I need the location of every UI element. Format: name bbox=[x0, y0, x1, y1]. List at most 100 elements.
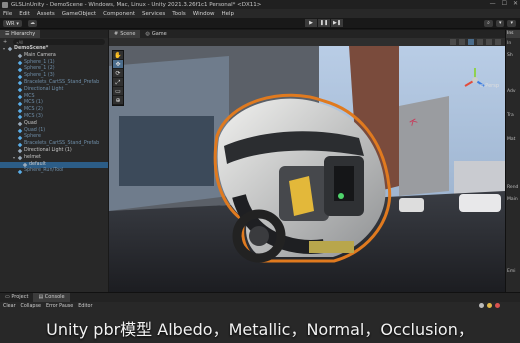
tab-hierarchy[interactable]: ☰ Hierarchy bbox=[0, 30, 41, 38]
main-toolbar: WR ▾ ☁ ▶ ❚❚ ▶❚ ⌕ ▾ ▾ bbox=[0, 18, 520, 29]
menu-assets[interactable]: Assets bbox=[37, 11, 55, 17]
hierarchy-item[interactable]: MCS bbox=[0, 94, 108, 101]
inspector-line: Mat bbox=[507, 137, 516, 142]
hierarchy-item[interactable]: ▾ DemoScene* bbox=[0, 46, 108, 53]
layout-dropdown[interactable]: ▾ bbox=[507, 20, 516, 27]
pause-button[interactable]: ❚❚ bbox=[318, 19, 330, 27]
tab-inspector[interactable]: Ins bbox=[506, 30, 520, 38]
gameobject-icon bbox=[17, 101, 23, 107]
scene-view-toolbar bbox=[109, 38, 505, 46]
transform-toolstrip: ✋ ✥ ⟳ ⤢ ▭ ⊕ bbox=[112, 50, 124, 106]
scene-viewport[interactable]: K ✋ ✥ ⟳ ⤢ ▭ ⊕ ≡ Persp bbox=[109, 46, 505, 292]
hierarchy-item[interactable]: Bracelets_CartSS_Stand_Prefab bbox=[0, 141, 108, 148]
hierarchy-item[interactable]: MCS (2) bbox=[0, 107, 108, 114]
maximize-button[interactable]: ☐ bbox=[502, 0, 507, 7]
inspector-line bbox=[506, 242, 520, 254]
hierarchy-item-label: Directional Light (1) bbox=[24, 147, 72, 153]
hierarchy-item[interactable]: Quad (1) bbox=[0, 128, 108, 135]
gameobject-icon bbox=[17, 128, 23, 134]
inspector-line bbox=[506, 158, 520, 170]
editor-dropdown[interactable]: Editor bbox=[78, 304, 92, 309]
clear-button[interactable]: Clear bbox=[3, 304, 16, 309]
unity-logo-icon bbox=[2, 1, 8, 8]
parked-car bbox=[459, 194, 501, 212]
inspector-line bbox=[506, 230, 520, 242]
inspector-panel: Ins InShAdvTraMatRendMainEmiTilinOffs bbox=[505, 30, 520, 310]
inspector-line bbox=[506, 74, 520, 86]
step-button[interactable]: ▶❚ bbox=[331, 19, 343, 27]
layers-dropdown[interactable]: ▾ bbox=[495, 20, 505, 27]
hierarchy-panel: ☰ Hierarchy + ⌕ All ▾ DemoScene* Main Came… bbox=[0, 30, 108, 292]
gameobject-icon bbox=[17, 142, 23, 147]
account-label: WR bbox=[6, 20, 15, 27]
window-controls: — ☐ ✕ bbox=[490, 0, 518, 7]
menu-services[interactable]: Services bbox=[142, 11, 165, 17]
rotate-tool-icon[interactable]: ⟳ bbox=[113, 69, 123, 78]
tab-console[interactable]: ▤ Console bbox=[33, 293, 70, 302]
effects-toggle[interactable] bbox=[486, 39, 492, 45]
hierarchy-item-label: MCS (2) bbox=[24, 107, 43, 113]
hierarchy-item-label: Bracelets_CartSS_Stand_Prefab bbox=[24, 79, 100, 85]
move-tool-icon[interactable]: ✥ bbox=[113, 60, 123, 69]
inspector-line bbox=[506, 218, 520, 230]
tab-scene-label: Scene bbox=[120, 31, 136, 37]
gameobject-icon bbox=[17, 67, 23, 73]
hierarchy-item[interactable]: Quad bbox=[0, 121, 108, 128]
hierarchy-item[interactable]: ▾ helmet bbox=[0, 155, 108, 162]
gameobject-icon bbox=[17, 53, 23, 59]
add-object-button[interactable]: + bbox=[3, 39, 7, 45]
menu-help[interactable]: Help bbox=[221, 11, 234, 17]
menu-file[interactable]: File bbox=[3, 11, 12, 17]
hierarchy-item[interactable]: MCS (1) bbox=[0, 100, 108, 107]
search-icon[interactable]: ⌕ bbox=[484, 20, 493, 27]
tab-game-label: Game bbox=[151, 31, 167, 37]
lighting-toggle[interactable] bbox=[468, 39, 474, 45]
inspector-line bbox=[506, 146, 520, 158]
menu-tools[interactable]: Tools bbox=[172, 11, 186, 17]
menu-component[interactable]: Component bbox=[103, 11, 135, 17]
cloud-icon[interactable]: ☁ bbox=[28, 20, 37, 27]
hierarchy-item-label: Main Camera bbox=[24, 52, 56, 58]
persp-label[interactable]: ≡ Persp bbox=[479, 83, 499, 89]
hierarchy-item[interactable]: Directional Light (1) bbox=[0, 148, 108, 155]
menu-gameobject[interactable]: GameObject bbox=[62, 11, 96, 17]
gizmos-toggle[interactable] bbox=[495, 39, 501, 45]
scale-tool-icon[interactable]: ⤢ bbox=[113, 78, 123, 87]
account-dropdown[interactable]: WR ▾ bbox=[3, 20, 22, 27]
inspector-line: Emi bbox=[507, 269, 516, 274]
warning-icon[interactable] bbox=[487, 303, 492, 308]
tab-scene[interactable]: # Scene bbox=[109, 30, 141, 38]
error-pause-button[interactable]: Error Pause bbox=[46, 304, 73, 309]
hierarchy-item[interactable]: MCS (3) bbox=[0, 114, 108, 121]
error-icon[interactable] bbox=[495, 303, 500, 308]
hierarchy-item[interactable]: Main Camera bbox=[0, 53, 108, 60]
parked-car-2 bbox=[399, 198, 424, 212]
hierarchy-item-label: Sphere_1 (3) bbox=[24, 73, 55, 79]
transform-tool-icon[interactable]: ⊕ bbox=[113, 96, 123, 105]
tab-project[interactable]: ▭ Project bbox=[0, 293, 33, 302]
hierarchy-header: ☰ Hierarchy bbox=[0, 30, 108, 38]
menu-window[interactable]: Window bbox=[193, 11, 215, 17]
hierarchy-item[interactable]: Bracelets_CartSS_Stand_Prefab bbox=[0, 80, 108, 87]
hand-tool-icon[interactable]: ✋ bbox=[113, 51, 123, 60]
menu-edit[interactable]: Edit bbox=[19, 11, 30, 17]
hierarchy-search-input[interactable]: ⌕ All bbox=[13, 39, 105, 45]
window-title: GLSLinUnity - DemoScene - Windows, Mac, … bbox=[11, 1, 262, 8]
2d-toggle[interactable] bbox=[459, 39, 465, 45]
scene-icon: # bbox=[114, 31, 119, 37]
collapse-button[interactable]: Collapse bbox=[21, 304, 41, 309]
inspector-line bbox=[506, 206, 520, 218]
rect-tool-icon[interactable]: ▭ bbox=[113, 87, 123, 96]
close-button[interactable]: ✕ bbox=[513, 0, 518, 7]
minimize-button[interactable]: — bbox=[490, 0, 496, 7]
hierarchy-item[interactable]: Directional Light bbox=[0, 87, 108, 94]
play-button[interactable]: ▶ bbox=[305, 19, 317, 27]
hierarchy-item[interactable]: Sphere_1 (3) bbox=[0, 73, 108, 80]
tab-game[interactable]: ◎ Game bbox=[140, 30, 171, 38]
audio-toggle[interactable] bbox=[477, 39, 483, 45]
hierarchy-item-label: Sphere_Run/Tool bbox=[24, 168, 64, 174]
hierarchy-item-label: Quad bbox=[24, 120, 37, 126]
draw-mode-button[interactable] bbox=[450, 39, 456, 45]
info-icon[interactable] bbox=[479, 303, 484, 308]
hierarchy-item[interactable]: Sphere_Run/Tool bbox=[0, 168, 108, 175]
